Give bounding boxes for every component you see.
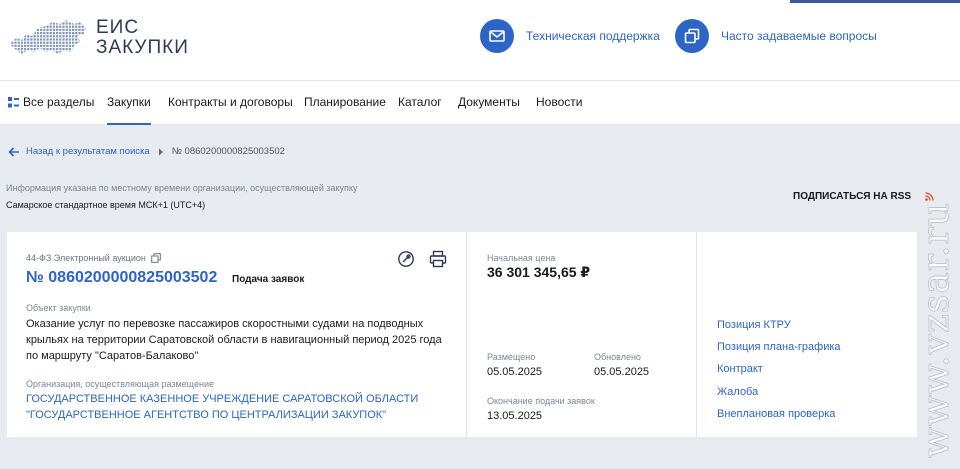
- top-header: ЕИС ЗАКУПКИ Техническая поддержка Часто …: [0, 0, 960, 80]
- breadcrumb: Назад к результатам поиска № 08602000008…: [8, 146, 285, 157]
- nav-all-sections[interactable]: Все разделы: [8, 81, 94, 125]
- posted-date: 05.05.2025: [487, 366, 543, 378]
- unscheduled-inspection-link[interactable]: Внеплановая проверка: [717, 408, 835, 420]
- organization-link[interactable]: ГОСУДАРСТВЕННОЕ КАЗЕННОЕ УЧРЕЖДЕНИЕ САРА…: [26, 391, 456, 423]
- nav-label: Все разделы: [23, 95, 95, 109]
- procedure-type: 44-ФЗ Электронный аукцион: [26, 253, 161, 263]
- timezone-value: Самарское стандартное время МСК+1 (UTC+4…: [6, 200, 206, 210]
- breadcrumb-current: № 0860200000825003502: [171, 146, 285, 157]
- object-line: по маршруту "Саратов-Балаково": [26, 350, 199, 362]
- nav-planning[interactable]: Планирование: [304, 81, 386, 125]
- faq-label: Часто задаваемые вопросы: [721, 29, 877, 43]
- plan-schedule-position-link[interactable]: Позиция плана-графика: [717, 341, 841, 353]
- main-nav: Все разделы Закупки Контракты и договоры…: [0, 80, 960, 125]
- key-sign-icon[interactable]: [397, 250, 415, 268]
- logo-line1: ЕИС: [96, 17, 140, 38]
- header-accent-line: [790, 0, 960, 3]
- back-label: Назад к результатам поиска: [26, 146, 150, 157]
- deadline-date: 13.05.2025: [487, 410, 543, 422]
- watermark-text: www.vzsar.ru: [916, 202, 957, 458]
- logo-line2: ЗАКУПКИ: [96, 37, 189, 58]
- object-line: крыльях на территории Саратовской област…: [26, 334, 442, 346]
- org-line: ГОСУДАРСТВЕННОЕ КАЗЕННОЕ УЧРЕЖДЕНИЕ САРА…: [26, 393, 419, 405]
- card-divider: [696, 232, 697, 437]
- copy-icon[interactable]: [151, 253, 161, 263]
- faq-link[interactable]: Часто задаваемые вопросы: [675, 19, 877, 53]
- organization-label: Организация, осуществляющая размещение: [26, 379, 214, 389]
- sections-tree-icon: [8, 97, 19, 108]
- arrow-left-icon: [8, 146, 19, 157]
- price-label: Начальная цена: [487, 253, 556, 263]
- nav-purchases[interactable]: Закупки: [107, 81, 151, 125]
- deadline-label: Окончание подачи заявок: [487, 396, 595, 406]
- card-divider: [466, 232, 467, 437]
- complaint-link[interactable]: Жалоба: [717, 386, 758, 398]
- updated-label: Обновлено: [594, 352, 641, 362]
- registry-number-link[interactable]: № 0860200000825003502: [26, 269, 217, 287]
- timezone-info-note: Информация указана по местному времени о…: [6, 183, 358, 193]
- vzsar-watermark: www.vzsar.ru: [916, 202, 958, 459]
- org-line: "ГОСУДАРСТВЕННОЕ АГЕНТСТВО ПО ЦЕНТРАЛИЗА…: [26, 409, 387, 421]
- eis-logo[interactable]: ЕИС ЗАКУПКИ: [8, 16, 189, 60]
- status-badge: Подача заявок: [232, 274, 305, 285]
- support-label: Техническая поддержка: [526, 29, 660, 43]
- initial-price: 36 301 345,65 ₽: [487, 264, 591, 280]
- updated-date: 05.05.2025: [594, 366, 650, 378]
- faq-icon: [675, 19, 709, 53]
- procedure-type-label: 44-ФЗ Электронный аукцион: [26, 253, 146, 263]
- nav-catalog[interactable]: Каталог: [398, 81, 442, 125]
- nav-contracts[interactable]: Контракты и договоры: [168, 81, 293, 125]
- purchase-object-text: Оказание услуг по перевозке пассажиров с…: [26, 316, 456, 364]
- mail-icon: [480, 19, 514, 53]
- posted-label: Размещено: [487, 352, 536, 362]
- purchase-card: 44-ФЗ Электронный аукцион № 086020000082…: [7, 232, 917, 437]
- nav-news[interactable]: Новости: [536, 81, 582, 125]
- object-line: Оказание услуг по перевозке пассажиров с…: [26, 318, 424, 330]
- nav-documents[interactable]: Документы: [458, 81, 520, 125]
- back-to-results-link[interactable]: Назад к результатам поиска: [8, 146, 150, 157]
- ktru-position-link[interactable]: Позиция КТРУ: [717, 319, 791, 331]
- chevron-right-icon: [158, 148, 163, 155]
- russia-map-logo-icon: [10, 20, 86, 54]
- contract-link[interactable]: Контракт: [717, 363, 763, 375]
- print-icon[interactable]: [429, 250, 447, 268]
- rss-label: ПОДПИСАТЬСЯ НА RSS: [793, 191, 912, 202]
- support-link[interactable]: Техническая поддержка: [480, 19, 660, 53]
- object-label: Объект закупки: [26, 303, 91, 313]
